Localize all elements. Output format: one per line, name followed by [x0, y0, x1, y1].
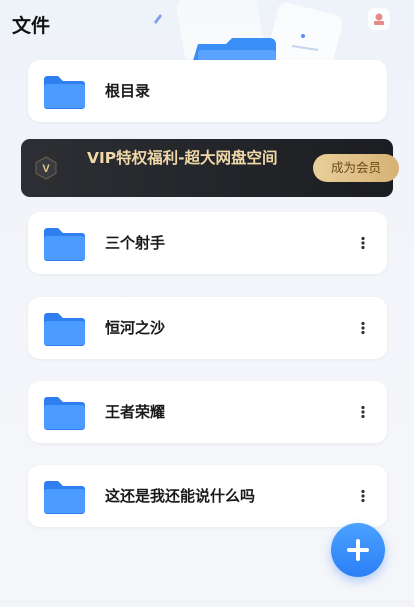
folder-item[interactable]: 王者荣耀 — [28, 381, 387, 443]
folder-name: 三个射手 — [105, 234, 166, 252]
folder-icon — [44, 313, 85, 346]
more-options-icon[interactable] — [357, 489, 369, 503]
pen-icon — [154, 14, 162, 24]
vip-promo-banner[interactable]: V VIP特权福利-超大网盘空间 成为会员 — [21, 139, 399, 197]
folder-item[interactable]: 三个射手 — [28, 212, 387, 274]
page-title: 文件 — [12, 15, 51, 37]
vip-badge-icon: V — [35, 156, 57, 180]
folder-item[interactable]: 这还是我还能说什么吗 — [28, 465, 387, 527]
vip-badge-letter: V — [42, 163, 50, 175]
folder-name: 王者荣耀 — [105, 403, 166, 421]
bottom-edge — [0, 600, 414, 607]
folder-name: 这还是我还能说什么吗 — [105, 487, 256, 505]
more-options-icon[interactable] — [357, 321, 369, 335]
folder-icon — [44, 397, 85, 430]
add-button[interactable] — [331, 523, 385, 577]
become-member-button[interactable]: 成为会员 — [313, 154, 399, 182]
stamp-icon — [368, 8, 390, 30]
folder-item-root[interactable]: 根目录 — [28, 60, 387, 122]
folder-item[interactable]: 恒河之沙 — [28, 297, 387, 359]
vip-promo-text: VIP特权福利-超大网盘空间 — [87, 149, 278, 167]
folder-name: 恒河之沙 — [105, 319, 166, 337]
folder-name: 根目录 — [105, 82, 151, 100]
folder-icon — [44, 481, 85, 514]
more-options-icon[interactable] — [357, 405, 369, 419]
folder-icon — [44, 228, 85, 261]
more-options-icon[interactable] — [357, 236, 369, 250]
plus-icon — [347, 539, 369, 561]
folder-icon — [44, 76, 85, 109]
